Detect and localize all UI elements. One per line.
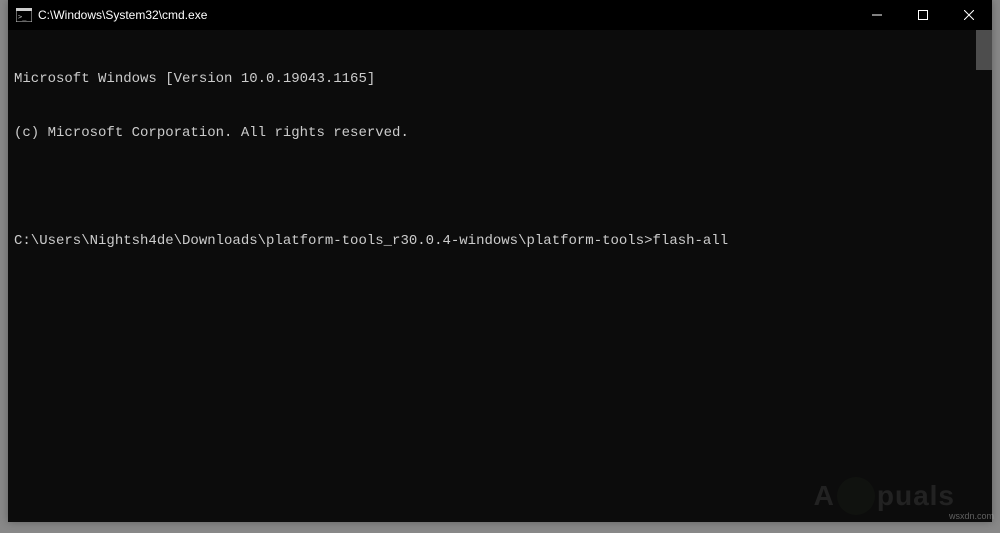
terminal-blank-line [14, 178, 986, 196]
watermark-logo: A puals [814, 477, 955, 515]
close-button[interactable] [946, 0, 992, 30]
terminal-prompt: C:\Users\Nightsh4de\Downloads\platform-t… [14, 233, 653, 249]
watermark-site: wsxdn.com [949, 511, 994, 521]
cmd-window: >_ C:\Windows\System32\cmd.exe Microsoft… [8, 0, 992, 522]
scrollbar-thumb[interactable] [976, 30, 992, 70]
watermark-text: puals [877, 480, 955, 512]
terminal-output-line: (c) Microsoft Corporation. All rights re… [14, 124, 986, 142]
terminal-output-line: Microsoft Windows [Version 10.0.19043.11… [14, 70, 986, 88]
terminal-command: flash-all [653, 233, 729, 249]
watermark-logo-icon [837, 477, 875, 515]
titlebar[interactable]: >_ C:\Windows\System32\cmd.exe [8, 0, 992, 30]
cmd-icon: >_ [16, 8, 32, 22]
minimize-button[interactable] [854, 0, 900, 30]
window-title: C:\Windows\System32\cmd.exe [38, 8, 854, 22]
watermark-text: A [814, 480, 835, 512]
terminal-content: Microsoft Windows [Version 10.0.19043.11… [8, 30, 992, 290]
scrollbar-track[interactable] [976, 30, 992, 522]
terminal-body[interactable]: Microsoft Windows [Version 10.0.19043.11… [8, 30, 992, 522]
window-controls [854, 0, 992, 30]
svg-text:>_: >_ [18, 13, 27, 21]
maximize-button[interactable] [900, 0, 946, 30]
terminal-prompt-line: C:\Users\Nightsh4de\Downloads\platform-t… [14, 232, 986, 250]
